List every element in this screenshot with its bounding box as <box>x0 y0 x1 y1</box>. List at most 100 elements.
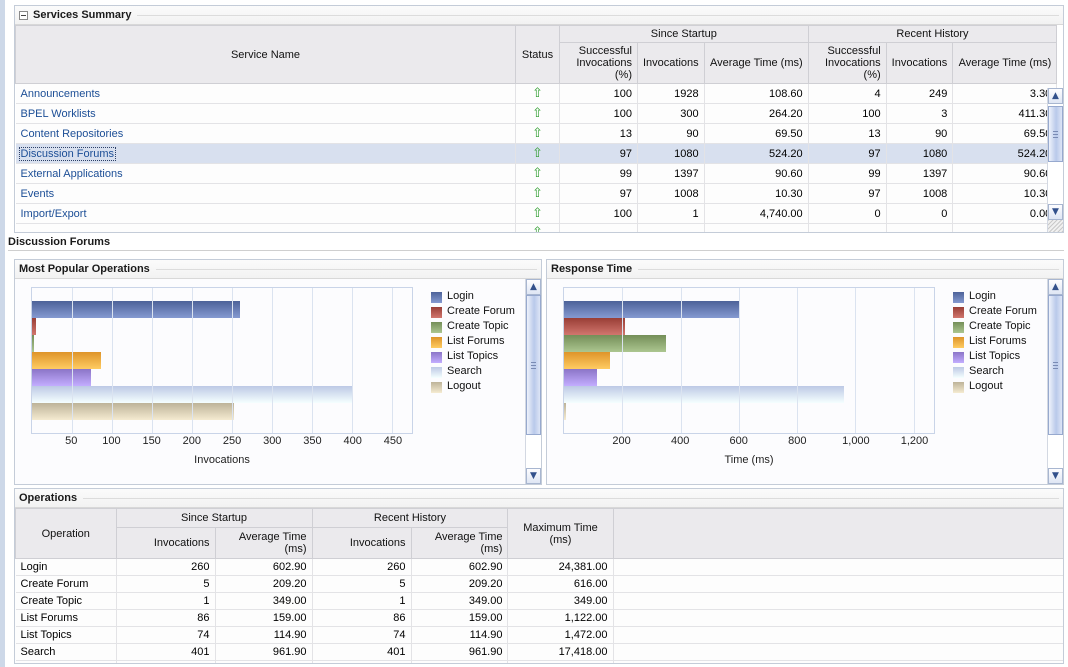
bar-row <box>32 403 412 420</box>
rh-invocations-cell: 1008 <box>886 183 954 204</box>
scroll-down-arrow-icon[interactable]: ▼ <box>526 468 541 484</box>
legend-item[interactable]: List Forums <box>953 336 1047 348</box>
col-ss-invocations[interactable]: Invocations <box>637 42 705 84</box>
bar-create-topic[interactable] <box>564 335 666 352</box>
scroll-track[interactable] <box>1048 104 1063 204</box>
table-row[interactable]: External Applications ⇧ 99 1397 90.60 99 1397 9… <box>15 163 1058 184</box>
table-row[interactable]: Logout2530.202530.203.00 <box>15 660 1063 663</box>
legend-item[interactable]: List Topics <box>953 351 1047 363</box>
bar-create-forum[interactable] <box>564 318 625 335</box>
bar-logout[interactable] <box>564 403 566 420</box>
table-row[interactable]: Events ⇧ 97 1008 10.30 97 1008 10.30 <box>15 183 1058 204</box>
table-row[interactable]: Create Topic 1 349.00 1 349.00 349.00 <box>15 592 1063 610</box>
legend-item[interactable]: List Topics <box>431 351 525 363</box>
service-name-cell[interactable]: Announcements <box>15 83 516 104</box>
scroll-up-arrow-icon[interactable]: ▲ <box>1048 88 1063 104</box>
col-status[interactable]: Status <box>515 25 560 84</box>
table-row[interactable]: Discussion Forums ⇧ 97 1080 524.20 97 1080 524.… <box>15 143 1058 164</box>
scroll-down-arrow-icon[interactable]: ▼ <box>1048 204 1063 220</box>
service-link[interactable]: Discussion Forums <box>18 146 117 161</box>
legend-item[interactable]: Create Topic <box>431 321 525 333</box>
scroll-thumb[interactable] <box>1048 106 1063 162</box>
col-rh-invocations[interactable]: Invocations <box>311 527 412 559</box>
col-ss-invocations[interactable]: Invocations <box>115 527 216 559</box>
table-row-partial[interactable]: ⇧ <box>15 223 1058 232</box>
services-table-scrollbar[interactable]: ▲ ▼ <box>1047 88 1063 232</box>
scroll-up-arrow-icon[interactable]: ▲ <box>526 279 541 295</box>
chart-left-scrollbar[interactable]: ▲ ▼ <box>525 279 541 484</box>
service-link[interactable]: BPEL Worklists <box>21 108 96 120</box>
legend-swatch-icon <box>953 367 964 378</box>
bar-logout[interactable] <box>32 403 235 420</box>
operations-table-wrapper: Operation Since Startup Recent History M… <box>15 508 1063 663</box>
bar-search[interactable] <box>564 386 845 403</box>
bar-create-topic[interactable] <box>32 335 34 352</box>
legend-item[interactable]: List Forums <box>431 336 525 348</box>
table-row[interactable]: Content Repositories ⇧ 13 90 69.50 13 90 69.50 <box>15 123 1058 144</box>
legend-item[interactable]: Create Forum <box>953 306 1047 318</box>
service-name-cell[interactable]: External Applications <box>15 163 516 184</box>
service-name-cell[interactable]: BPEL Worklists <box>15 103 516 124</box>
bar-create-forum[interactable] <box>32 318 36 335</box>
operations-table: Operation Since Startup Recent History M… <box>15 508 1063 663</box>
col-rh-success-pct[interactable]: Successful Invocations (%) <box>807 42 887 84</box>
col-rh-avg-time[interactable]: Average Time (ms) <box>952 42 1058 84</box>
ss-avg-time-cell: 108.60 <box>704 83 809 104</box>
table-row[interactable]: BPEL Worklists ⇧ 100 300 264.20 100 3 411.30 <box>15 103 1058 124</box>
legend-item[interactable]: Create Forum <box>431 306 525 318</box>
legend-item[interactable]: Login <box>431 291 525 303</box>
left-edge-strip-inner <box>5 0 8 667</box>
table-row[interactable]: Create Forum 5 209.20 5 209.20 616.00 <box>15 575 1063 593</box>
col-ss-avg-time[interactable]: Average Time (ms) <box>703 42 809 84</box>
service-link[interactable]: Announcements <box>21 88 101 100</box>
col-rh-avg-time[interactable]: Average Time (ms) <box>410 527 509 559</box>
chart-right-scrollbar[interactable]: ▲ ▼ <box>1047 279 1063 484</box>
most-popular-operations-header: Most Popular Operations <box>15 260 541 279</box>
bar-list-topics[interactable] <box>564 369 598 386</box>
bar-list-forums[interactable] <box>564 352 611 369</box>
table-row[interactable]: Search 401 961.90 401 961.90 17,418.00 <box>15 643 1063 661</box>
scroll-up-arrow-icon[interactable]: ▲ <box>1048 279 1063 295</box>
service-link[interactable]: Events <box>21 188 55 200</box>
table-row[interactable]: Announcements ⇧ 100 1928 108.60 4 249 3.30 <box>15 83 1058 104</box>
service-name-cell[interactable]: Import/Export <box>15 203 516 224</box>
service-link[interactable]: Content Repositories <box>21 128 124 140</box>
table-row[interactable]: Login 260 602.90 260 602.90 24,381.00 <box>15 558 1063 576</box>
bar-login[interactable] <box>32 301 240 318</box>
legend-item[interactable]: Login <box>953 291 1047 303</box>
service-link[interactable]: Import/Export <box>21 208 87 220</box>
col-maximum-time[interactable]: Maximum Time (ms) <box>507 508 614 559</box>
legend-swatch-icon <box>953 322 964 333</box>
legend-item[interactable]: Create Topic <box>953 321 1047 333</box>
bar-list-forums[interactable] <box>32 352 101 369</box>
scroll-thumb[interactable] <box>1048 295 1063 435</box>
table-row[interactable]: List Forums 86 159.00 86 159.00 1,122.00 <box>15 609 1063 627</box>
rh-avg-time-cell: 961.90 <box>411 643 509 661</box>
rh-invocations-cell: 5 <box>312 575 412 593</box>
legend-label: Search <box>969 365 1004 377</box>
service-name-cell[interactable]: Discussion Forums <box>15 143 516 164</box>
gridline <box>112 288 113 433</box>
scroll-track[interactable] <box>526 295 541 468</box>
col-ss-avg-time[interactable]: Average Time (ms) <box>214 527 313 559</box>
collapse-minus-icon[interactable] <box>19 10 28 20</box>
col-service-name[interactable]: Service Name <box>15 25 516 84</box>
table-row[interactable]: List Topics 74 114.90 74 114.90 1,472.00 <box>15 626 1063 644</box>
service-name-cell[interactable]: Content Repositories <box>15 123 516 144</box>
legend-item[interactable]: Search <box>953 366 1047 378</box>
x-axis-tick: 50 <box>65 435 78 447</box>
bar-list-topics[interactable] <box>32 369 92 386</box>
scroll-track[interactable] <box>1048 295 1063 468</box>
legend-item[interactable]: Search <box>431 366 525 378</box>
col-operation[interactable]: Operation <box>15 508 117 559</box>
bar-login[interactable] <box>564 301 740 318</box>
scroll-thumb[interactable] <box>526 295 541 435</box>
service-name-cell[interactable]: Events <box>15 183 516 204</box>
legend-item[interactable]: Logout <box>431 381 525 393</box>
col-ss-success-pct[interactable]: Successful Invocations (%) <box>559 42 638 84</box>
service-link[interactable]: External Applications <box>21 168 123 180</box>
legend-item[interactable]: Logout <box>953 381 1047 393</box>
col-rh-invocations[interactable]: Invocations <box>885 42 954 84</box>
scroll-down-arrow-icon[interactable]: ▼ <box>1048 468 1063 484</box>
table-row[interactable]: Import/Export ⇧ 100 1 4,740.00 0 0 0.00 <box>15 203 1058 224</box>
